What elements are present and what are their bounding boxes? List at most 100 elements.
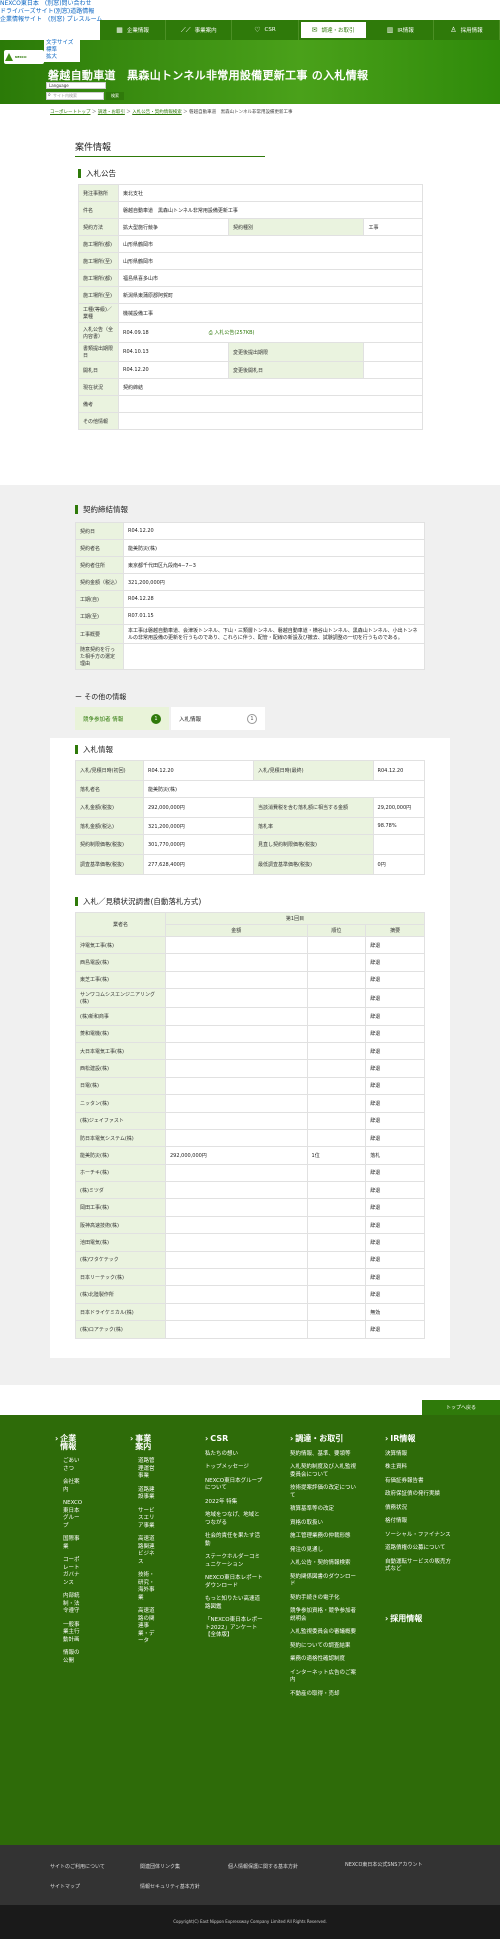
- footer-link[interactable]: 契約情報、基準、要領等: [290, 1451, 360, 1459]
- footer-link[interactable]: 自動運転サービスの販売方式など: [385, 1559, 455, 1574]
- footer-link[interactable]: 契約関係図書のダウンロード: [290, 1574, 360, 1589]
- footer-column-title[interactable]: › CSR: [205, 1435, 263, 1443]
- footer-link[interactable]: 競争参加資格・競争参加者説明会: [290, 1608, 360, 1623]
- footer-link[interactable]: 国際事業: [55, 1536, 83, 1551]
- footer-link[interactable]: 高速道路関連ビジネス: [130, 1536, 158, 1566]
- bid-note: 辞退: [365, 1250, 425, 1270]
- footer-link[interactable]: 内部統制・法令遵守: [55, 1593, 83, 1616]
- footer-column-title[interactable]: › IR情報: [385, 1435, 455, 1443]
- breadcrumb-link[interactable]: 調達・お取引: [98, 110, 125, 115]
- row-value: R07.01.15: [123, 607, 425, 625]
- row-value: 新潟県東蒲原郡阿賀町: [118, 286, 423, 304]
- footer-link[interactable]: 施工管理業務の仲裁形態: [290, 1533, 360, 1541]
- font-size-large[interactable]: 拡大: [46, 54, 80, 61]
- nav-corporate[interactable]: ▦ 企業情報: [100, 20, 167, 40]
- search-area: Language サイト内検索 検索: [46, 82, 128, 102]
- attachment-link[interactable]: ⎙ 入札公告(257KB): [209, 330, 255, 336]
- footer-link[interactable]: 道路債権の公募について: [385, 1545, 455, 1553]
- footer-link[interactable]: もっと知りたい高速道路図鑑: [205, 1596, 263, 1611]
- footer-link[interactable]: 「NEXCO東日本レポート2022」アンケート【全体版】: [205, 1617, 263, 1640]
- footer-link[interactable]: 契約手続きの電子化: [290, 1595, 360, 1603]
- footer-link[interactable]: 道路建設事業: [130, 1487, 158, 1502]
- footer-link[interactable]: 決算情報: [385, 1451, 455, 1459]
- bidder-name: 日本ドライケミカル(株): [75, 1302, 166, 1322]
- footer-link[interactable]: 社会的責任を果たす活動: [205, 1533, 263, 1548]
- footer-link[interactable]: 債務状況: [385, 1505, 455, 1513]
- footer-link[interactable]: トップメッセージ: [205, 1464, 263, 1472]
- tab-bid-info[interactable]: 入札情報 1: [171, 707, 265, 730]
- footer-link[interactable]: NEXCO東日本グループ: [55, 1500, 83, 1530]
- footer-link[interactable]: 不動産の取得・売却: [290, 1691, 360, 1699]
- row-value-text: 山形県鶴岡市: [123, 258, 154, 265]
- footer-link[interactable]: 個人情報保護に関する基本方針: [228, 1863, 298, 1870]
- back-to-top-button[interactable]: トップへ戻る: [422, 1400, 500, 1416]
- footer-link[interactable]: 株主資料: [385, 1464, 455, 1472]
- footer-link[interactable]: 道路管理運営事業: [130, 1458, 158, 1481]
- footer-link[interactable]: 情報の公開: [55, 1650, 83, 1665]
- footer-column-title[interactable]: › 企業情報: [55, 1435, 83, 1451]
- bid-note: 辞退: [365, 1059, 425, 1078]
- footer-link[interactable]: NEXCO東日本レポートダウンロード: [205, 1575, 263, 1590]
- row-value: 301,770,000円: [143, 834, 254, 855]
- footer-link[interactable]: 格付情報: [385, 1518, 455, 1526]
- site-logo[interactable]: NEXCO: [4, 50, 44, 64]
- footer-link[interactable]: 関連団体リンク集: [140, 1863, 180, 1870]
- footer-link[interactable]: 技術提案評価の改定について: [290, 1485, 360, 1500]
- table-row: 随意契約を行った相手方の選定理由: [75, 643, 425, 670]
- footer-link[interactable]: 高速道路の関連事業・データ: [130, 1608, 158, 1646]
- footer-column-title[interactable]: › 採用情報: [385, 1615, 455, 1623]
- footer-link[interactable]: ソーシャル・ファイナンス: [385, 1532, 455, 1540]
- row-value-text: 契約締結: [123, 384, 144, 391]
- footer-link[interactable]: 資格の取扱い: [290, 1520, 360, 1528]
- footer-link[interactable]: 技術・研究・海外事業: [130, 1572, 158, 1602]
- footer-link[interactable]: 契約についての調査結果: [290, 1643, 360, 1651]
- footer-column-title[interactable]: › 事業案内: [130, 1435, 158, 1451]
- footer-link[interactable]: 一般事業主行動計画: [55, 1622, 83, 1645]
- nav-procurement[interactable]: ✉ 調達・お取引: [298, 20, 368, 40]
- footer-link[interactable]: 私たちの想い: [205, 1451, 263, 1459]
- footer-link[interactable]: 地域をつなげ、地域とつながる: [205, 1512, 263, 1527]
- footer-column-title[interactable]: › 調達・お取引: [290, 1435, 360, 1443]
- row-label: 施工場所(至): [78, 252, 119, 270]
- search-button[interactable]: 検索: [106, 92, 124, 100]
- footer-link[interactable]: インターネット広告のご案内: [290, 1670, 360, 1685]
- skip-link[interactable]: ドライバーズサイト(別窓)道路情報: [0, 8, 100, 16]
- footer-link[interactable]: ステークホルダーコミュニケーション: [205, 1554, 263, 1569]
- skip-link[interactable]: NEXCO東日本 (別窓)問い合わせ: [0, 0, 100, 8]
- skip-link[interactable]: 企業情報サイト (別窓) プレスルーム: [0, 16, 102, 24]
- table-row: 契約者住所 東京都千代田区九段南4−7−3: [75, 556, 425, 574]
- footer-link[interactable]: サービスエリア事業: [130, 1508, 158, 1531]
- footer-sns-link[interactable]: NEXCO東日本公式SNSアカウント: [345, 1861, 422, 1868]
- breadcrumb-link[interactable]: 入札公告・契約情報検索: [132, 110, 182, 115]
- table-row: (株)北陸製作所 辞退: [75, 1285, 425, 1304]
- footer-link[interactable]: 会社案内: [55, 1479, 83, 1494]
- bid-note: 辞退: [365, 1007, 425, 1026]
- footer-link[interactable]: 入札公告・契約情報検索: [290, 1560, 360, 1568]
- table-row: 西島電設(株) 辞退: [75, 953, 425, 972]
- footer-link[interactable]: ごあいさつ: [55, 1458, 83, 1473]
- footer-link[interactable]: 政府保証債の発行実績: [385, 1491, 455, 1499]
- footer-link[interactable]: 積算基準等の改定: [290, 1506, 360, 1514]
- footer-link[interactable]: コーポレートガバナンス: [55, 1557, 83, 1587]
- language-select[interactable]: Language: [46, 82, 106, 89]
- breadcrumb-link[interactable]: コーポレートトップ: [50, 110, 91, 115]
- nav-csr[interactable]: ♡ CSR: [232, 20, 299, 40]
- footer-link[interactable]: 発注の見通し: [290, 1547, 360, 1555]
- table-row: 能美防災(株) 292,000,000円 1位 落札: [75, 1146, 425, 1165]
- search-input[interactable]: サイト内検索: [46, 92, 104, 100]
- footer-link[interactable]: 入札契約制度及び入札監視委員会について: [290, 1464, 360, 1479]
- footer-link[interactable]: 入札監視委員会の審議概要: [290, 1629, 360, 1637]
- nav-recruit[interactable]: ♙ 採用情報: [434, 20, 500, 40]
- tab-bidders[interactable]: 競争参加者 情報 1: [75, 707, 169, 730]
- footer-link[interactable]: 2022年 特集: [205, 1499, 263, 1507]
- nav-ir[interactable]: ▥ IR情報: [368, 20, 434, 40]
- footer-link[interactable]: サイトマップ: [50, 1883, 80, 1890]
- footer-link[interactable]: サイトのご利用について: [50, 1863, 105, 1870]
- footer-column: › 企業情報ごあいさつ会社案内 NEXCO東日本グループ国際事業コーポレートガバナン…: [55, 1435, 83, 1671]
- font-size-standard[interactable]: 標準: [46, 47, 80, 54]
- footer-link[interactable]: 業務の適格性確認制度: [290, 1656, 360, 1664]
- footer-link[interactable]: 情報セキュリティ基本方針: [140, 1883, 200, 1890]
- footer-link[interactable]: 有価証券報告書: [385, 1478, 455, 1486]
- nav-business[interactable]: ⟋⟋ 事業案内: [166, 20, 233, 40]
- footer-link[interactable]: NEXCO東日本グループについて: [205, 1478, 263, 1493]
